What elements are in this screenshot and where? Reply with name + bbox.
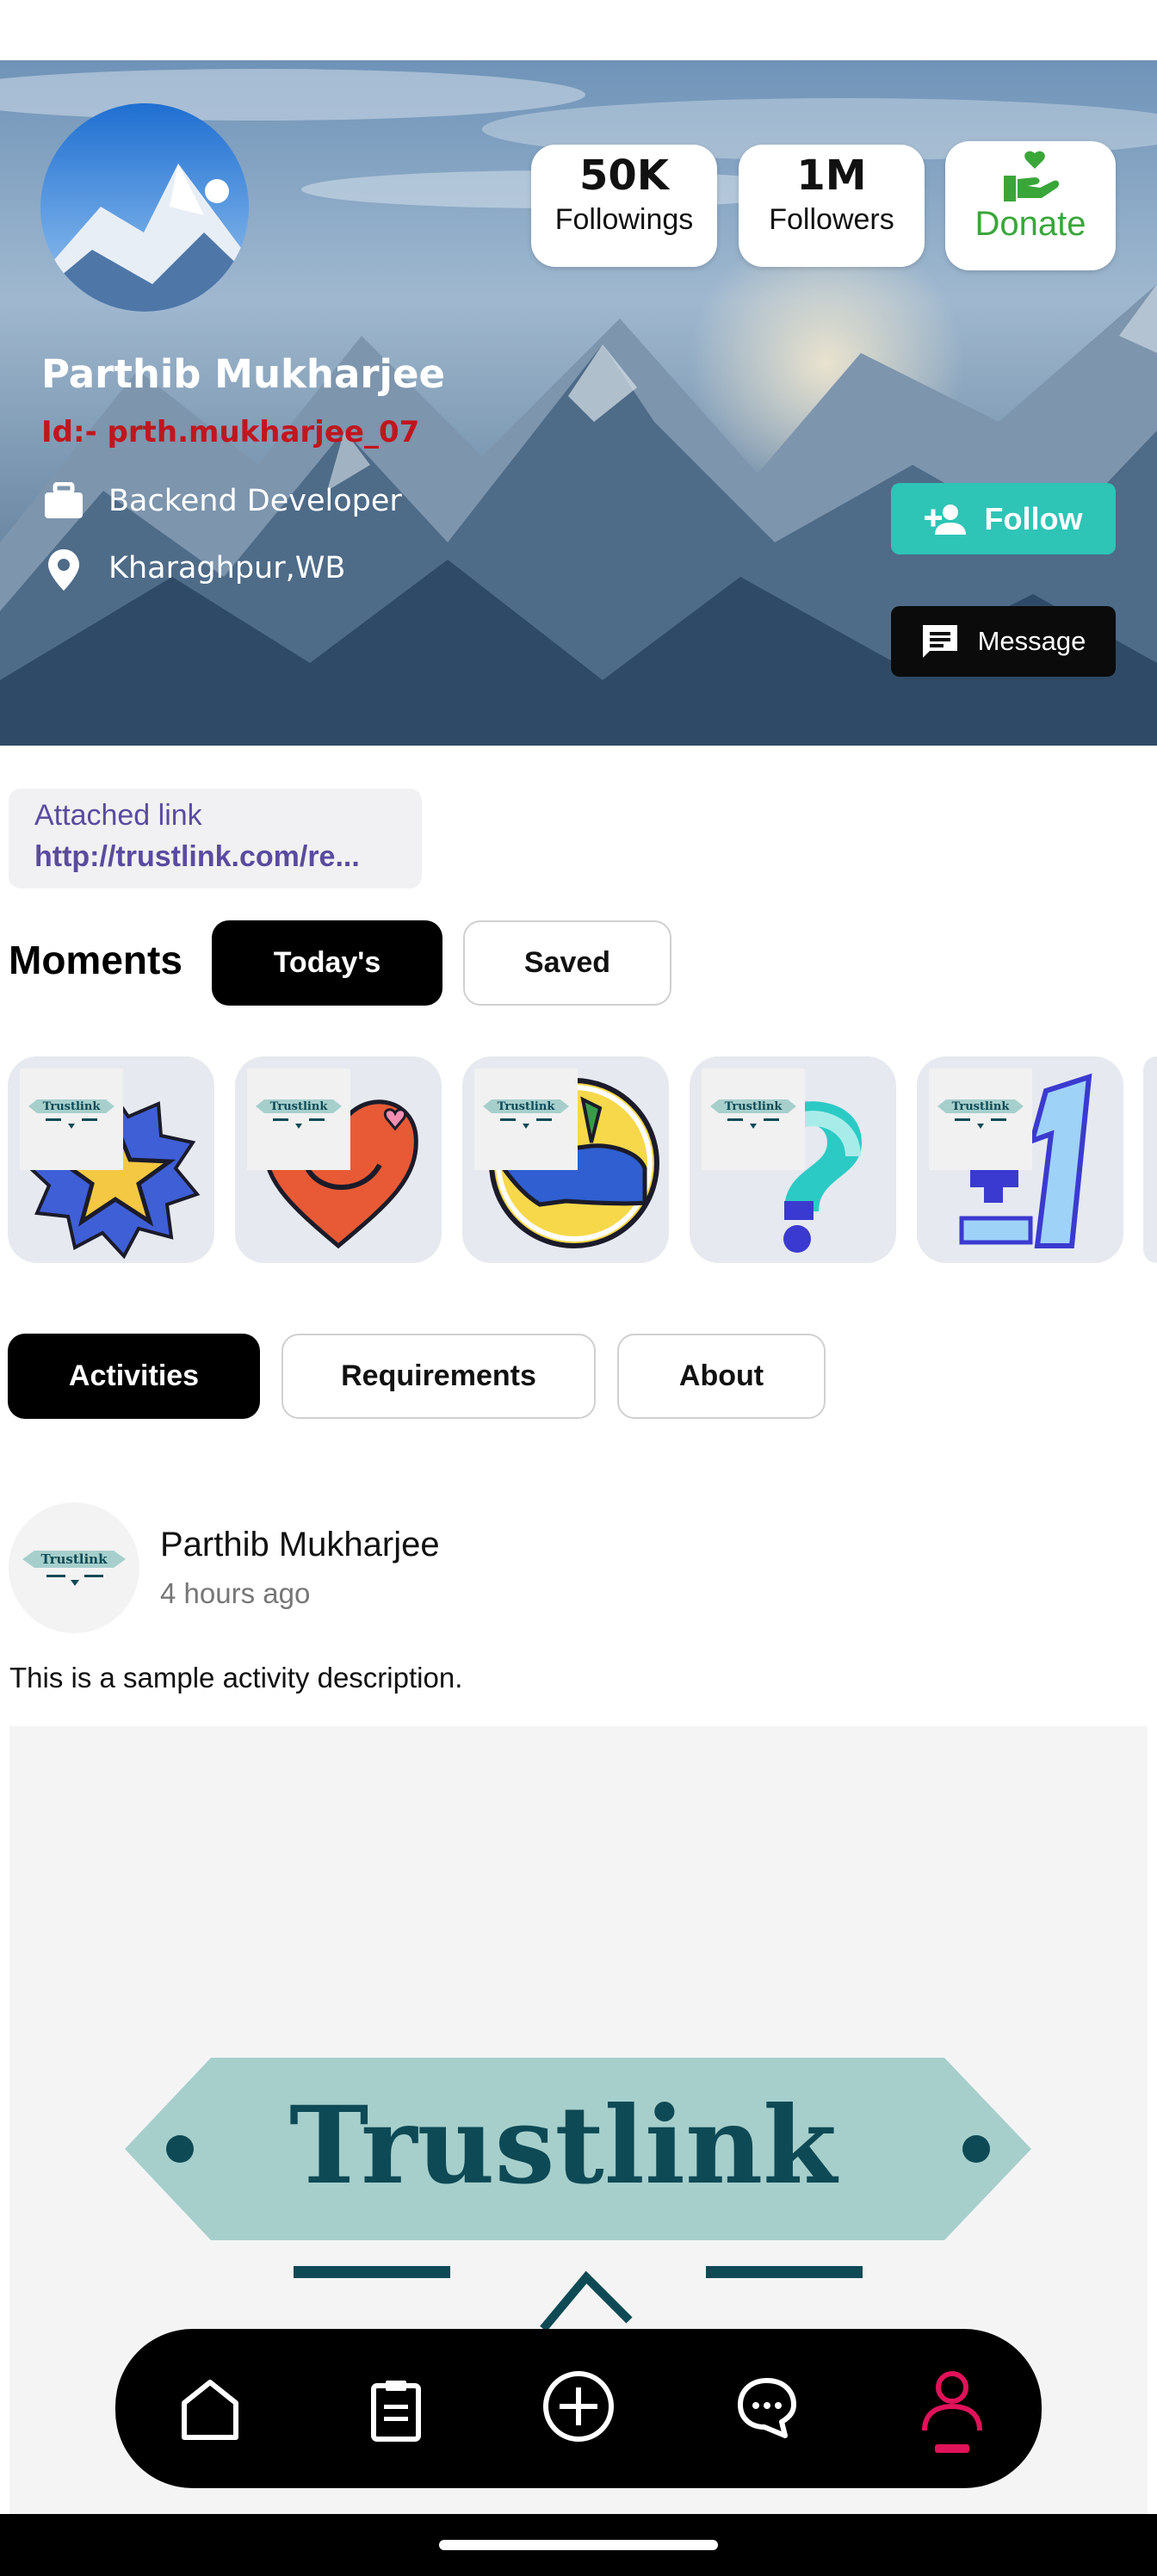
location-pin-icon bbox=[48, 549, 79, 591]
donate-button[interactable]: Donate bbox=[945, 141, 1116, 270]
message-button[interactable]: Message bbox=[891, 606, 1116, 677]
post-author-name[interactable]: Parthib Mukharjee bbox=[160, 1526, 440, 1564]
location-text: Kharaghpur,WB bbox=[108, 551, 346, 585]
mini-logo-text: Trustlink bbox=[498, 1100, 556, 1113]
profile-user-id: Id:- prth.mukharjee_07 bbox=[41, 415, 420, 449]
trustlink-logo-mini: Trustlink bbox=[474, 1068, 578, 1170]
donate-hand-heart-icon bbox=[1004, 151, 1060, 201]
message-icon bbox=[922, 625, 957, 658]
attached-link-url[interactable]: http://trustlink.com/re... bbox=[34, 840, 360, 874]
followers-stat[interactable]: 1M Followers bbox=[739, 145, 925, 267]
moment-card[interactable]: Trustlink bbox=[917, 1056, 1123, 1263]
profile-icon[interactable] bbox=[919, 2370, 985, 2453]
mini-logo-text: Trustlink bbox=[270, 1100, 329, 1113]
moment-card[interactable]: Trustlink bbox=[462, 1056, 669, 1263]
trustlink-logo-mini: Trustlink bbox=[929, 1068, 1032, 1170]
message-label: Message bbox=[977, 626, 1086, 656]
trustlink-logo-mini: Trustlink bbox=[702, 1068, 805, 1170]
add-person-icon bbox=[924, 504, 966, 535]
moment-card[interactable]: Trustlink bbox=[690, 1056, 896, 1263]
follow-button[interactable]: Follow bbox=[891, 483, 1116, 554]
home-gesture-handle[interactable] bbox=[439, 2540, 718, 2550]
profile-header: 50K Followings 1M Followers Donate Parth… bbox=[0, 60, 1157, 746]
tab-activities[interactable]: Activities bbox=[8, 1334, 260, 1419]
followings-label: Followings bbox=[554, 203, 694, 236]
post-timestamp: 4 hours ago bbox=[160, 1577, 311, 1609]
occupation-text: Backend Developer bbox=[108, 484, 402, 518]
followers-label: Followers bbox=[769, 203, 894, 236]
home-icon[interactable] bbox=[177, 2377, 243, 2443]
moment-card[interactable]: Trustlink bbox=[235, 1056, 442, 1263]
moment-card-partial[interactable] bbox=[1143, 1056, 1157, 1263]
profile-name: Parthib Mukharjee bbox=[41, 351, 445, 397]
chat-icon[interactable] bbox=[733, 2374, 801, 2441]
attached-link-title: Attached link bbox=[34, 799, 202, 832]
tab-todays[interactable]: Today's bbox=[212, 920, 442, 1006]
attached-link-card[interactable]: Attached link http://trustlink.com/re... bbox=[9, 789, 422, 889]
bottom-navigation bbox=[115, 2329, 1042, 2488]
followings-count: 50K bbox=[579, 152, 669, 200]
trustlink-logo-mini: Trustlink bbox=[247, 1068, 350, 1170]
followers-count: 1M bbox=[796, 152, 867, 200]
donate-label: Donate bbox=[974, 205, 1086, 243]
follow-label: Follow bbox=[984, 500, 1083, 536]
post-description: This is a sample activity description. bbox=[9, 1662, 463, 1694]
mini-logo-text: Trustlink bbox=[725, 1100, 783, 1113]
tab-saved[interactable]: Saved bbox=[463, 920, 671, 1006]
add-icon[interactable] bbox=[541, 2369, 616, 2444]
moment-card[interactable]: Trustlink bbox=[8, 1056, 214, 1263]
avatar-logo-text: Trustlink bbox=[41, 1551, 108, 1567]
mini-logo-text: Trustlink bbox=[952, 1100, 1011, 1113]
mini-logo-text: Trustlink bbox=[43, 1100, 102, 1113]
avatar[interactable] bbox=[40, 103, 249, 312]
post-author-avatar[interactable]: Trustlink bbox=[9, 1502, 139, 1633]
tab-about[interactable]: About bbox=[617, 1334, 826, 1419]
system-navigation-bar bbox=[0, 2514, 1157, 2576]
followings-stat[interactable]: 50K Followings bbox=[531, 145, 717, 267]
trustlink-logo-mini: Trustlink bbox=[20, 1068, 123, 1170]
large-logo-text: Trustlink bbox=[289, 2084, 839, 2208]
clipboard-icon[interactable] bbox=[368, 2377, 424, 2443]
moments-heading: Moments bbox=[9, 938, 183, 982]
briefcase-icon bbox=[45, 482, 83, 518]
tab-requirements[interactable]: Requirements bbox=[282, 1334, 596, 1419]
trustlink-logo-avatar: Trustlink bbox=[22, 1551, 126, 1586]
